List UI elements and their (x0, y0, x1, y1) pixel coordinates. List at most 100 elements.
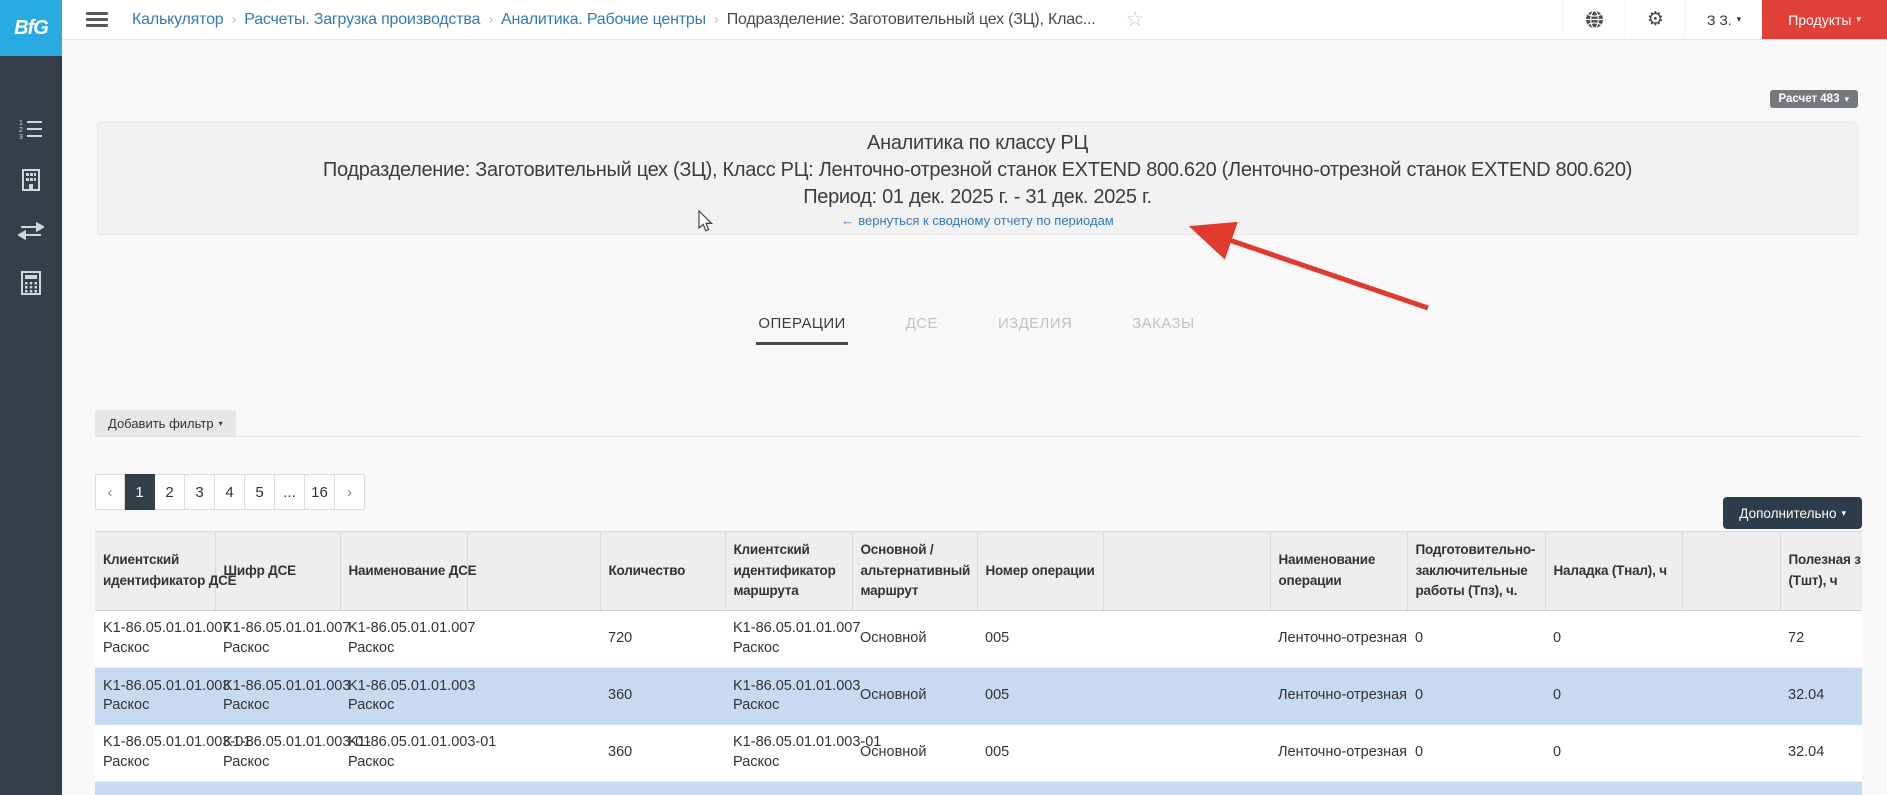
table-cell: K1-86.05.01.01.003 Раскос (103, 677, 231, 714)
table-cell: 72 (1788, 630, 1805, 647)
table-cell: K1-86.05.01.01.003-01 Раскос (733, 734, 882, 770)
chevron-down-icon: ▾ (1736, 14, 1742, 24)
column-header-11[interactable]: Подготовительно- заключительные работы (… (1406, 531, 1545, 611)
settings-button[interactable]: ⚙ (1624, 0, 1685, 39)
report-title: Аналитика по классу РЦ (867, 132, 1088, 154)
svg-text:3: 3 (19, 134, 23, 141)
table-cell: 0 (1553, 630, 1562, 647)
column-header-4[interactable] (466, 531, 600, 611)
table-cell: 360 (608, 743, 633, 760)
hamburger-menu-icon[interactable] (86, 9, 108, 30)
calc-version-label: Расчет 483 (1778, 93, 1840, 105)
pagination-next[interactable]: › (335, 474, 365, 510)
tab-orders[interactable]: ЗАКАЗЫ (1130, 315, 1196, 345)
pagination-page-3[interactable]: 3 (185, 474, 215, 510)
chevron-down-icon: ▾ (1844, 93, 1849, 104)
column-header-3[interactable]: Наименование ДСЕ (339, 531, 477, 611)
column-header-2[interactable]: Шифр ДСЕ (214, 531, 340, 611)
table-cell: 005 (985, 630, 1010, 647)
column-header-12[interactable]: Наладка (Тнал), ч (1544, 531, 1682, 611)
user-menu[interactable]: З З. ▾ (1684, 0, 1762, 39)
table-cell: K1-86.05.01.01.007 Раскос (348, 620, 476, 656)
column-header-13[interactable] (1681, 531, 1780, 611)
back-to-summary-link[interactable]: ← вернуться к сводному отчету по периодам (841, 213, 1114, 228)
table-cell (1780, 782, 1862, 795)
app-logo[interactable]: BfG (0, 0, 62, 56)
table-cell: K1-86.05.01.01.007 Раскос (733, 620, 861, 656)
table-cell (1103, 725, 1270, 782)
column-header-14[interactable]: Полезная з (Тшт), ч (1779, 531, 1862, 611)
additional-button-label: Дополнительно (1739, 505, 1837, 521)
table-row[interactable]: K1-86.05.01.01.003 Раскос K1-86.05.01.01.… (95, 667, 1862, 725)
app-logo-text: BfG (14, 16, 49, 39)
calculator-icon[interactable] (18, 270, 44, 296)
topbar-actions: ⚙ З З. ▾ Продукты ▾ (1562, 0, 1887, 39)
table-cell: K1-86.05.01.01.003-01 Раскос (348, 734, 497, 770)
table-cell: Ленточно-отрезная (1278, 630, 1408, 647)
table-header-row: Клиентский идентификатор ДСЕ Шифр ДСЕ Наим… (95, 531, 1862, 611)
table-cell: Ленточно-отрезная (1278, 687, 1408, 704)
svg-text:1: 1 (19, 120, 23, 127)
table-cell (1103, 782, 1270, 795)
column-header-8[interactable]: Номер операции (976, 531, 1103, 611)
table-cell: 0 (1415, 687, 1424, 704)
factory-building-icon[interactable] (18, 167, 44, 193)
table-row[interactable]: K1-86.05.01.01.003-01 Раскос K1-86.05.01.… (95, 724, 1862, 782)
tab-products[interactable]: ИЗДЕЛИЯ (996, 315, 1074, 345)
additional-button[interactable]: Дополнительно ▾ (1723, 497, 1862, 529)
table-cell: 32.04 (1788, 687, 1825, 704)
pagination-page-4[interactable]: 4 (215, 474, 245, 510)
table-cell (852, 782, 977, 795)
pagination-page-1[interactable]: 1 (125, 474, 155, 510)
breadcrumb-analytics[interactable]: Аналитика. Рабочие центры (501, 11, 706, 29)
table-cell: K1-86.05.01.01.003-01 Раскос (223, 734, 372, 770)
swap-arrows-icon[interactable] (18, 218, 44, 244)
table-cell: K1-86.05.01.01.007 Раскос (223, 620, 351, 656)
calc-version-badge[interactable]: Расчет 483 ▾ (1769, 90, 1858, 108)
table-cell (725, 782, 852, 795)
breadcrumb-calculator[interactable]: Калькулятор (132, 11, 224, 29)
pagination-page-16[interactable]: 16 (305, 474, 335, 510)
column-header-1[interactable]: Клиентский идентификатор ДСЕ (95, 531, 237, 611)
table-cell: Ленточно-отрезная (1278, 743, 1408, 760)
table-cell: K1-86.05.01.01.003 Раскос (348, 677, 476, 714)
table-cell: 0 (1553, 687, 1562, 704)
add-filter-button[interactable]: Добавить фильтр ▾ (95, 410, 236, 437)
table-row[interactable]: K1-86.05.01.01.007 Раскос K1-86.05.01.01.… (95, 610, 1862, 668)
pagination-page-2[interactable]: 2 (155, 474, 185, 510)
table-cell: K1-86.05.01.01.007 Раскос (103, 620, 231, 656)
report-header-panel: Аналитика по классу РЦ Подразделение: За… (97, 122, 1858, 235)
numbered-list-icon[interactable]: 123 (18, 116, 44, 142)
globe-button[interactable] (1562, 0, 1625, 39)
table-cell (1682, 611, 1780, 668)
table-cell: K1-86.05.01.01.003-01 Раскос (103, 734, 252, 770)
breadcrumb-calculations[interactable]: Расчеты. Загрузка производства (244, 11, 480, 29)
chevron-down-icon: ▾ (218, 418, 223, 428)
pagination: ‹ 1 2 3 4 5 ... 16 › (95, 474, 365, 510)
table-cell (467, 782, 600, 795)
svg-text:2: 2 (19, 127, 23, 134)
column-header-10[interactable]: Наименование операции (1269, 531, 1407, 611)
table-cell (1407, 782, 1545, 795)
column-header-9[interactable] (1102, 531, 1270, 611)
column-header-6[interactable]: Клиентский идентификатор маршрута (724, 531, 852, 611)
table-cell: Основной (860, 630, 927, 647)
tab-operations[interactable]: ОПЕРАЦИИ (756, 315, 848, 345)
table-row[interactable] (95, 781, 1862, 795)
column-header-7[interactable]: Основной / альтернативный маршрут (851, 531, 977, 611)
products-button-label: Продукты (1788, 11, 1852, 28)
chevron-down-icon: ▾ (1841, 507, 1846, 518)
products-button[interactable]: Продукты ▾ (1762, 0, 1887, 39)
table-cell: 0 (1415, 630, 1424, 647)
column-header-5[interactable]: Количество (599, 531, 725, 611)
add-filter-label: Добавить фильтр (108, 416, 214, 431)
breadcrumb-separator: › (488, 11, 493, 28)
table-cell (977, 782, 1103, 795)
pagination-page-5[interactable]: 5 (245, 474, 275, 510)
tab-dse[interactable]: ДСЕ (904, 315, 940, 345)
pagination-prev[interactable]: ‹ (95, 474, 125, 510)
table-cell (467, 668, 600, 725)
pagination-ellipsis[interactable]: ... (275, 474, 305, 510)
table-cell (1103, 668, 1270, 725)
favorite-star-icon[interactable]: ☆ (1125, 9, 1144, 30)
